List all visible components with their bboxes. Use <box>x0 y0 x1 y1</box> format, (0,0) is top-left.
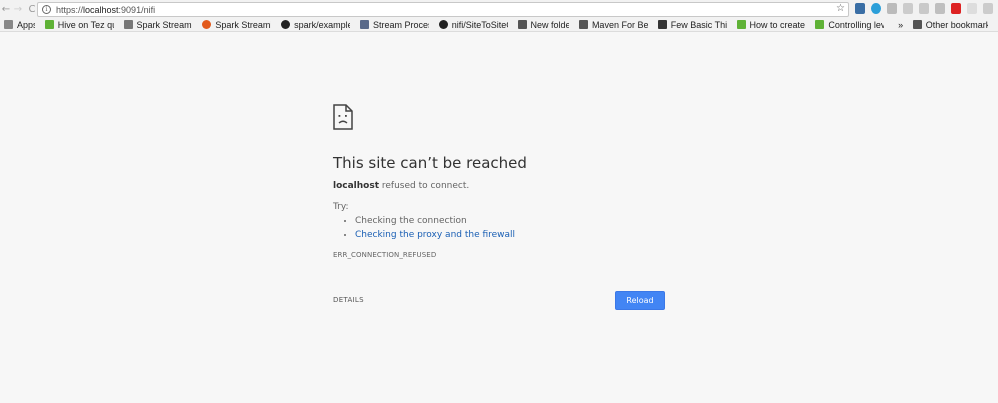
bookmark-item[interactable]: Few Basic Things <box>657 19 727 30</box>
bookmark-label: nifi/SiteToSiteCli <box>451 19 508 30</box>
bookmark-label: Spark Streaming - <box>215 19 271 30</box>
folder-icon <box>517 20 527 29</box>
hortonworks-icon <box>815 20 825 29</box>
forward-button[interactable]: → <box>12 2 24 16</box>
page-icon <box>123 20 133 29</box>
proxy-firewall-link[interactable]: Checking the proxy and the firewall <box>355 230 515 240</box>
bookmark-label: Spark Streaming - <box>136 19 193 30</box>
bookmark-label: Other bookmarks <box>925 19 988 30</box>
bookmark-item[interactable]: Controlling level c <box>815 20 884 30</box>
url-text: https://localhost:9091/nifi <box>56 4 156 15</box>
bookmark-label: How to create use <box>749 19 806 30</box>
bookmark-label: Maven For Beginn <box>591 19 648 30</box>
extension-icon[interactable] <box>951 3 961 14</box>
bookmark-label: spark/examples/s <box>294 19 350 30</box>
bookmark-item[interactable]: New folder <box>517 19 569 30</box>
browser-toolbar: ← → C i https://localhost:9091/nifi ☆ <box>0 0 998 18</box>
bookmark-item[interactable]: Apps <box>4 20 35 30</box>
extension-icon[interactable] <box>919 3 929 14</box>
folder-icon <box>912 20 922 29</box>
stream-icon <box>359 20 369 29</box>
extension-icon[interactable] <box>887 3 897 14</box>
bookmark-item[interactable]: » <box>898 20 903 30</box>
github-icon <box>281 20 291 29</box>
sad-page-icon <box>333 104 353 130</box>
extension-icon[interactable] <box>967 3 977 14</box>
bookmark-item[interactable]: spark/examples/s <box>281 20 350 30</box>
extension-icon[interactable] <box>983 3 993 14</box>
error-content: This site can’t be reached localhost ref… <box>333 104 673 310</box>
bookmark-label: Hive on Tez query <box>57 19 114 30</box>
bookmark-star-icon[interactable]: ☆ <box>836 3 845 14</box>
suggestions-list: Checking the connection Checking the pro… <box>355 215 515 243</box>
folder-icon <box>578 20 588 29</box>
spark-icon <box>202 20 212 29</box>
address-bar[interactable]: i https://localhost:9091/nifi ☆ <box>37 2 849 17</box>
bookmark-item[interactable]: Maven For Beginn <box>578 19 648 30</box>
suggestion-item: Checking the connection <box>355 215 515 229</box>
apps-icon <box>4 20 13 29</box>
github-icon <box>438 20 448 29</box>
bookmark-item[interactable]: Stream Processing <box>359 19 429 30</box>
hortonworks-icon <box>736 20 746 29</box>
try-label: Try: <box>333 202 349 212</box>
extension-icons <box>855 3 998 14</box>
extension-icon[interactable] <box>871 3 881 14</box>
extension-icon[interactable] <box>903 3 913 14</box>
info-icon[interactable]: i <box>42 5 51 14</box>
extension-icon[interactable] <box>855 3 865 14</box>
error-code: ERR_CONNECTION_REFUSED <box>333 251 437 259</box>
details-button[interactable]: DETAILS <box>333 296 364 304</box>
bookmark-label: Stream Processing <box>372 19 429 30</box>
bookmark-item[interactable]: How to create use <box>736 19 806 30</box>
bookmark-label: Few Basic Things <box>670 19 727 30</box>
bookmark-label: Apps <box>17 19 35 30</box>
bookmark-item[interactable]: Hive on Tez query <box>44 19 114 30</box>
bookmark-item[interactable]: Other bookmarks <box>912 19 988 30</box>
bookmarks-bar: Apps Hive on Tez query Spark Streaming - Sp… <box>0 18 998 32</box>
extension-icon[interactable] <box>935 3 945 14</box>
bookmark-item[interactable]: nifi/SiteToSiteCli <box>438 19 508 30</box>
hortonworks-icon <box>44 20 54 29</box>
back-button[interactable]: ← <box>0 2 12 16</box>
suggestion-item: Checking the proxy and the firewall <box>355 229 515 243</box>
bookmark-label: New folder <box>530 19 569 30</box>
error-headline: This site can’t be reached <box>333 154 527 172</box>
bookmark-label: Controlling level c <box>828 19 884 30</box>
bookmark-item[interactable]: Spark Streaming - <box>123 19 193 30</box>
bookmark-item[interactable]: Spark Streaming - <box>202 20 271 30</box>
error-description: localhost refused to connect. <box>333 181 470 191</box>
grid-icon <box>657 20 667 29</box>
bookmark-label: » <box>898 19 903 30</box>
reload-button[interactable]: Reload <box>615 291 665 310</box>
